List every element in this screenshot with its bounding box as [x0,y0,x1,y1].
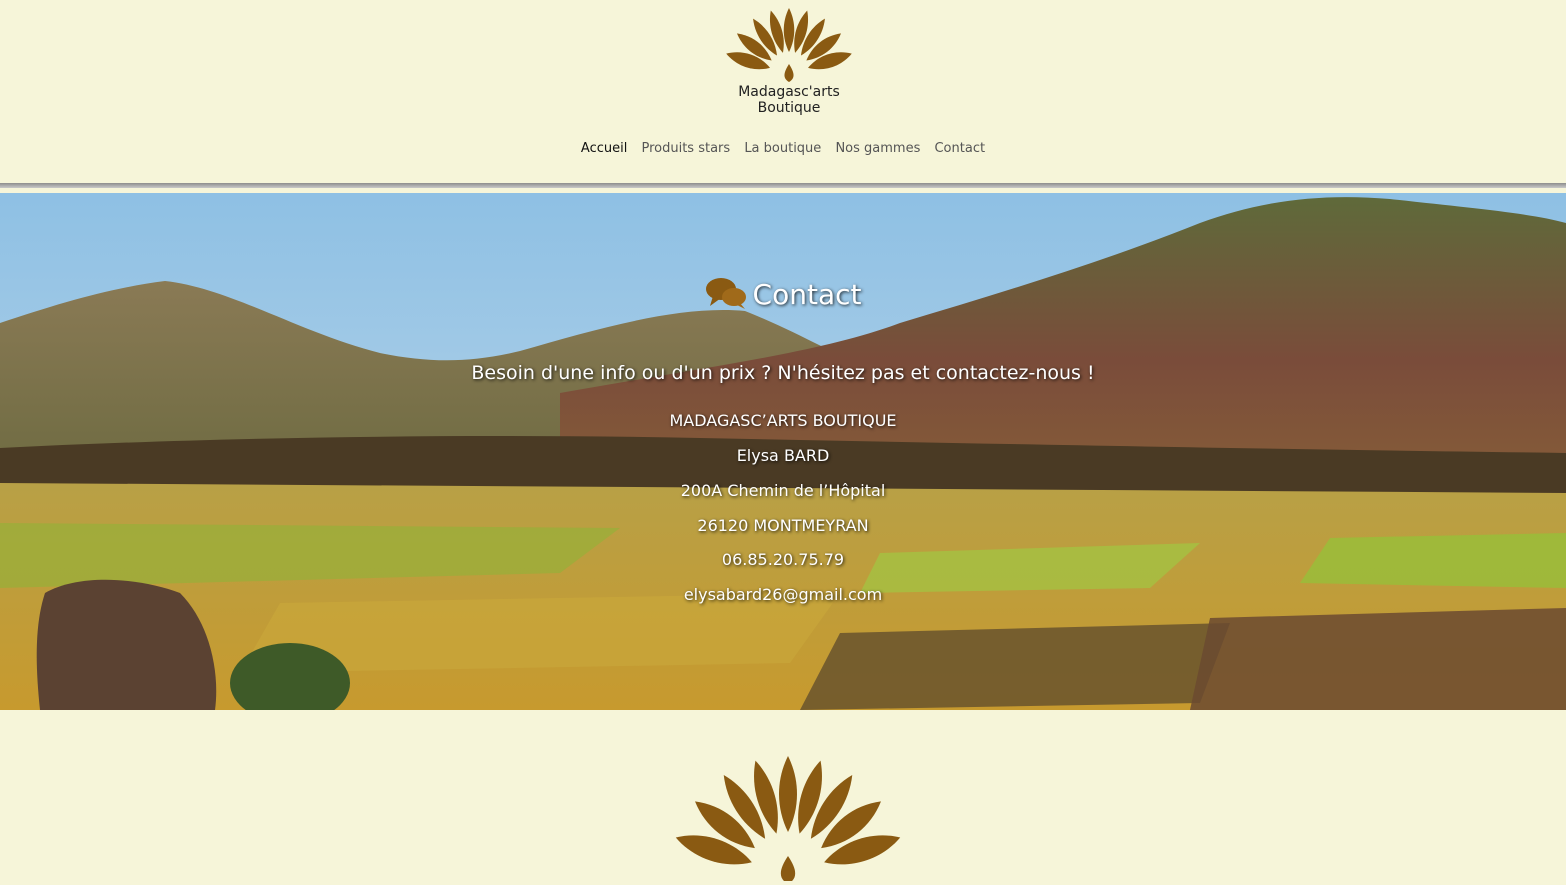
phone-number[interactable]: 06.85.20.75.79 [0,550,1566,570]
city-address: 26120 MONTMEYRAN [697,516,869,535]
flower-logo-icon [675,756,901,884]
contact-title: Contact [0,275,1566,321]
contact-title-text: Contact [752,278,862,311]
flower-logo-icon [726,8,852,82]
footer-logo [673,752,903,884]
nav-item-nos-gammes[interactable]: Nos gammes [835,141,920,156]
company-name: MADAGASC’ARTS BOUTIQUE [669,411,897,430]
nav-item-produits-stars[interactable]: Produits stars [641,141,730,156]
site-logo[interactable]: Madagasc'arts Boutique [714,6,864,116]
contact-info-block: Contact Besoin d'une info ou d'un prix ?… [0,193,1566,710]
email-link[interactable]: elysabard26@gmail.com [0,585,1566,605]
main-nav: Accueil Produits stars La boutique Nos g… [0,141,1566,156]
contact-person: Elysa BARD [736,446,830,465]
brand-name-line2: Boutique [757,100,821,116]
nav-item-contact[interactable]: Contact [934,141,985,156]
contact-tagline: Besoin d'une info ou d'un prix ? N'hésit… [471,362,1095,384]
speech-bubbles-icon [705,276,747,321]
nav-item-la-boutique[interactable]: La boutique [744,141,821,156]
street-address: 200A Chemin de l’Hôpital [680,481,886,500]
header-divider [0,183,1566,188]
site-header: Madagasc'arts Boutique Accueil Produits … [0,0,1566,183]
nav-item-accueil[interactable]: Accueil [581,141,627,156]
brand-name-line1: Madagasc'arts [738,84,840,100]
contact-hero: Contact Besoin d'une info ou d'un prix ?… [0,193,1566,710]
